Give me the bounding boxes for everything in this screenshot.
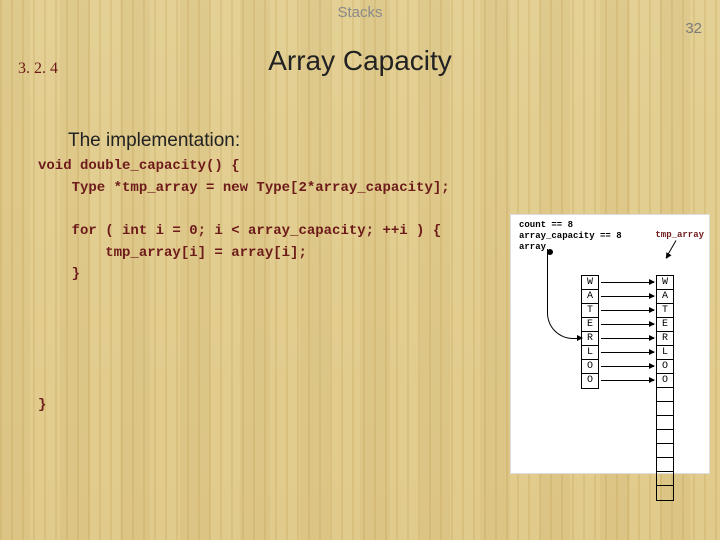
array-cell: R xyxy=(582,332,598,346)
array-cell xyxy=(657,388,673,402)
code-line: } xyxy=(38,397,46,413)
array-cell: R xyxy=(657,332,673,346)
array-cell xyxy=(657,430,673,444)
array-cell: T xyxy=(582,304,598,318)
source-array: W A T E R L O O xyxy=(581,275,599,389)
copy-arrow xyxy=(601,296,654,297)
copy-arrow xyxy=(601,282,654,283)
code-block: void double_capacity() { Type *tmp_array… xyxy=(38,156,450,416)
array-cell: O xyxy=(657,360,673,374)
diagram-capacity-label: array_capacity == 8 xyxy=(519,231,622,241)
array-cell: O xyxy=(582,360,598,374)
array-cell: W xyxy=(582,276,598,290)
slide: Stacks 32 3. 2. 4 Array Capacity The imp… xyxy=(0,0,720,540)
code-line: void double_capacity() { xyxy=(38,158,240,174)
slide-title: Array Capacity xyxy=(0,45,720,77)
array-cell: A xyxy=(582,290,598,304)
array-cell: L xyxy=(657,346,673,360)
code-line: for ( int i = 0; i < array_capacity; ++i… xyxy=(38,223,441,239)
array-cell: A xyxy=(657,290,673,304)
diagram-count-label: count == 8 xyxy=(519,220,573,230)
slide-header: Stacks xyxy=(0,0,720,21)
array-cell: O xyxy=(582,374,598,388)
copy-arrow xyxy=(601,338,654,339)
copy-arrow xyxy=(601,324,654,325)
subtitle: The implementation: xyxy=(68,130,240,152)
array-diagram: count == 8 array_capacity == 8 array tmp… xyxy=(510,214,710,474)
array-cell: O xyxy=(657,374,673,388)
array-cell xyxy=(657,458,673,472)
tmp-array: W A T E R L O O xyxy=(656,275,674,501)
array-cell xyxy=(657,444,673,458)
array-cell xyxy=(657,402,673,416)
code-line: tmp_array[i] = array[i]; xyxy=(38,245,307,261)
page-number: 32 xyxy=(685,20,702,37)
array-cell xyxy=(657,472,673,486)
array-cell: E xyxy=(657,318,673,332)
code-line: } xyxy=(38,266,80,282)
diagram-tmp-label: tmp_array xyxy=(655,230,704,240)
array-cell xyxy=(657,416,673,430)
pointer-curve xyxy=(547,249,581,339)
code-line: Type *tmp_array = new Type[2*array_capac… xyxy=(38,180,450,196)
copy-arrow xyxy=(601,380,654,381)
copy-arrow xyxy=(601,352,654,353)
diagram-array-label: array xyxy=(519,242,546,252)
copy-arrow xyxy=(601,310,654,311)
tmp-pointer-arrow xyxy=(666,240,677,258)
array-cell: T xyxy=(657,304,673,318)
array-cell: L xyxy=(582,346,598,360)
array-cell xyxy=(657,486,673,500)
array-cell: W xyxy=(657,276,673,290)
copy-arrow xyxy=(601,366,654,367)
array-cell: E xyxy=(582,318,598,332)
section-number: 3. 2. 4 xyxy=(18,60,58,78)
